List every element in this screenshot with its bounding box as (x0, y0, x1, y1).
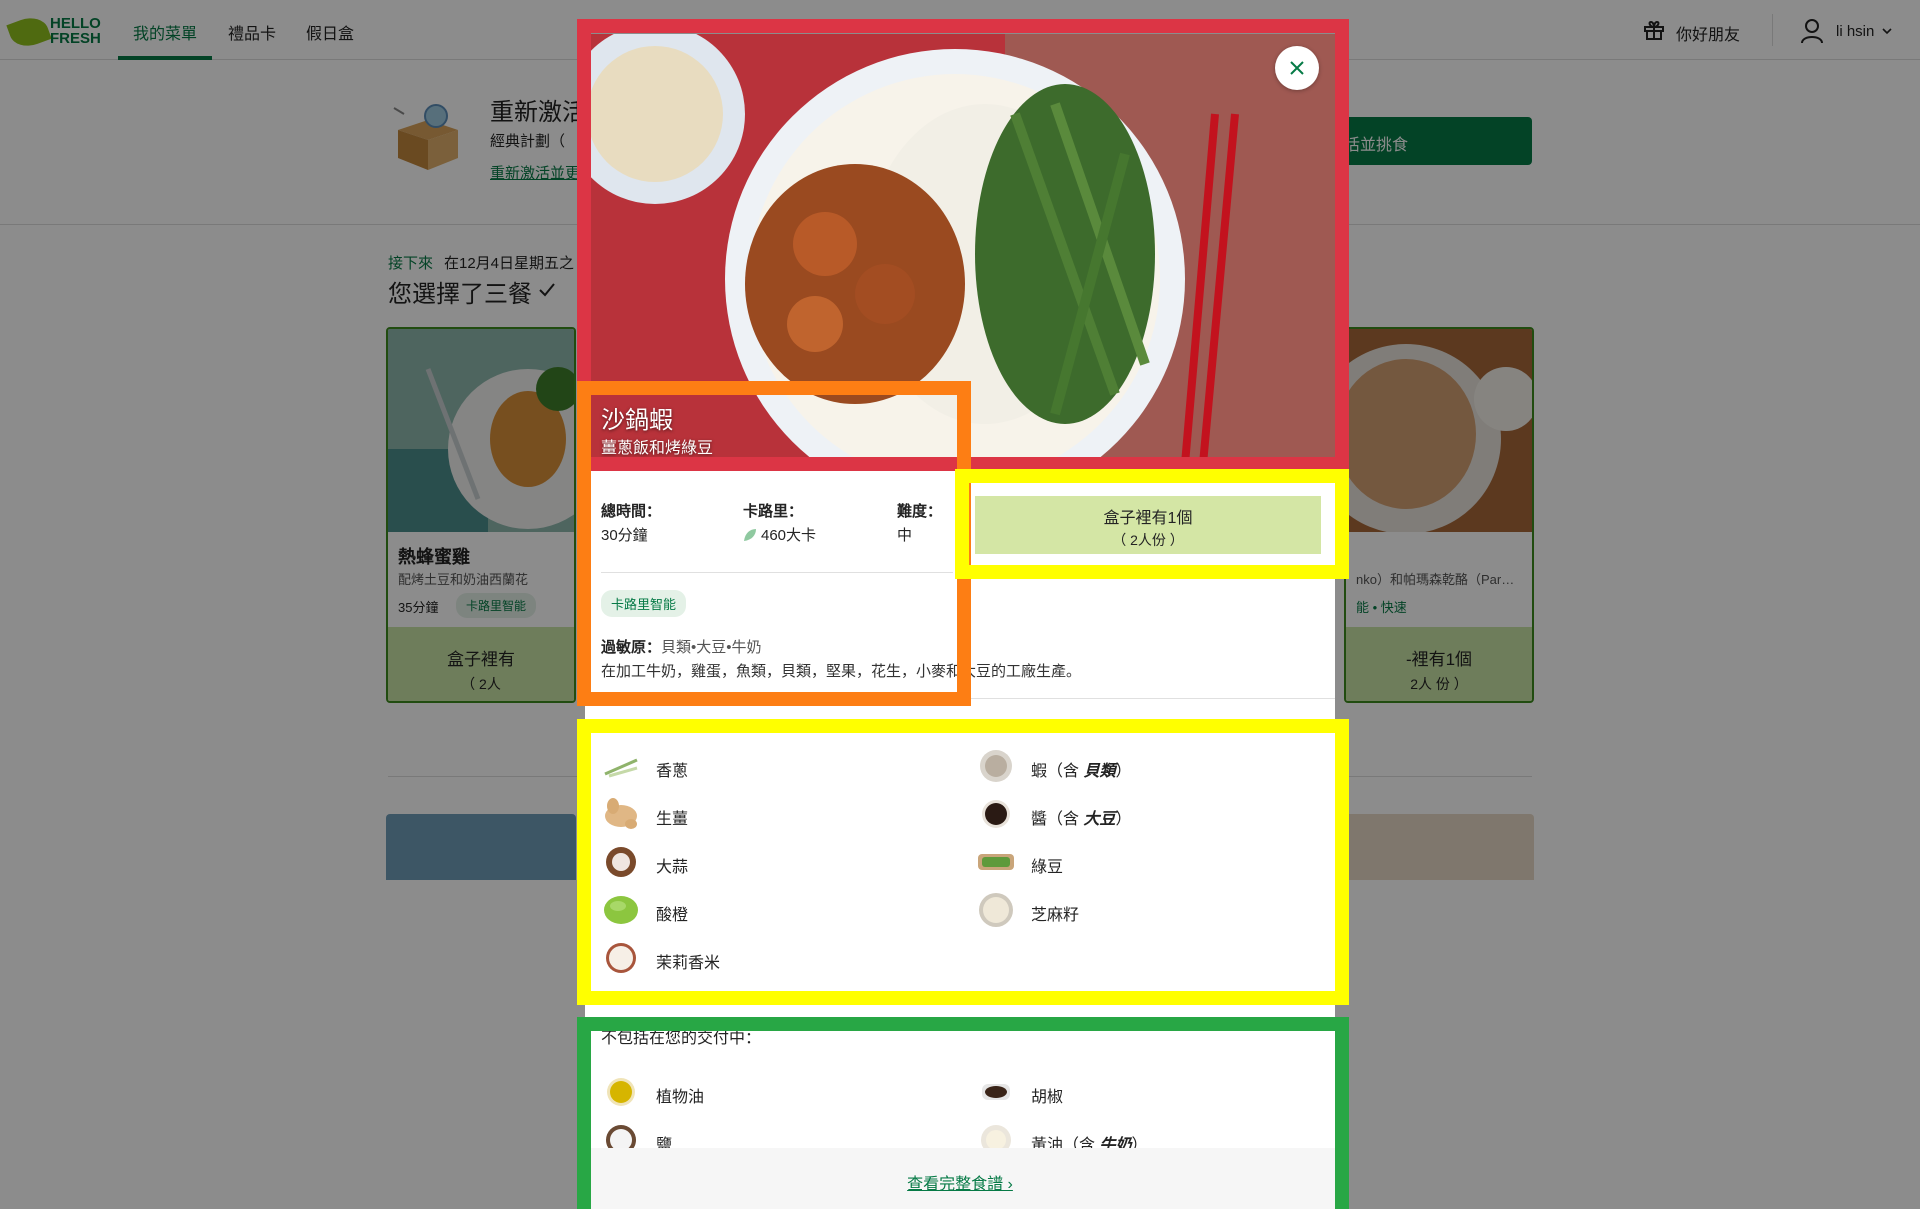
annotation-frame-green (577, 1017, 1349, 1209)
annotation-frame-yellow-top (955, 469, 1349, 579)
annotation-frame-orange (577, 381, 971, 706)
annotation-frame-yellow-bottom (577, 719, 1349, 1005)
